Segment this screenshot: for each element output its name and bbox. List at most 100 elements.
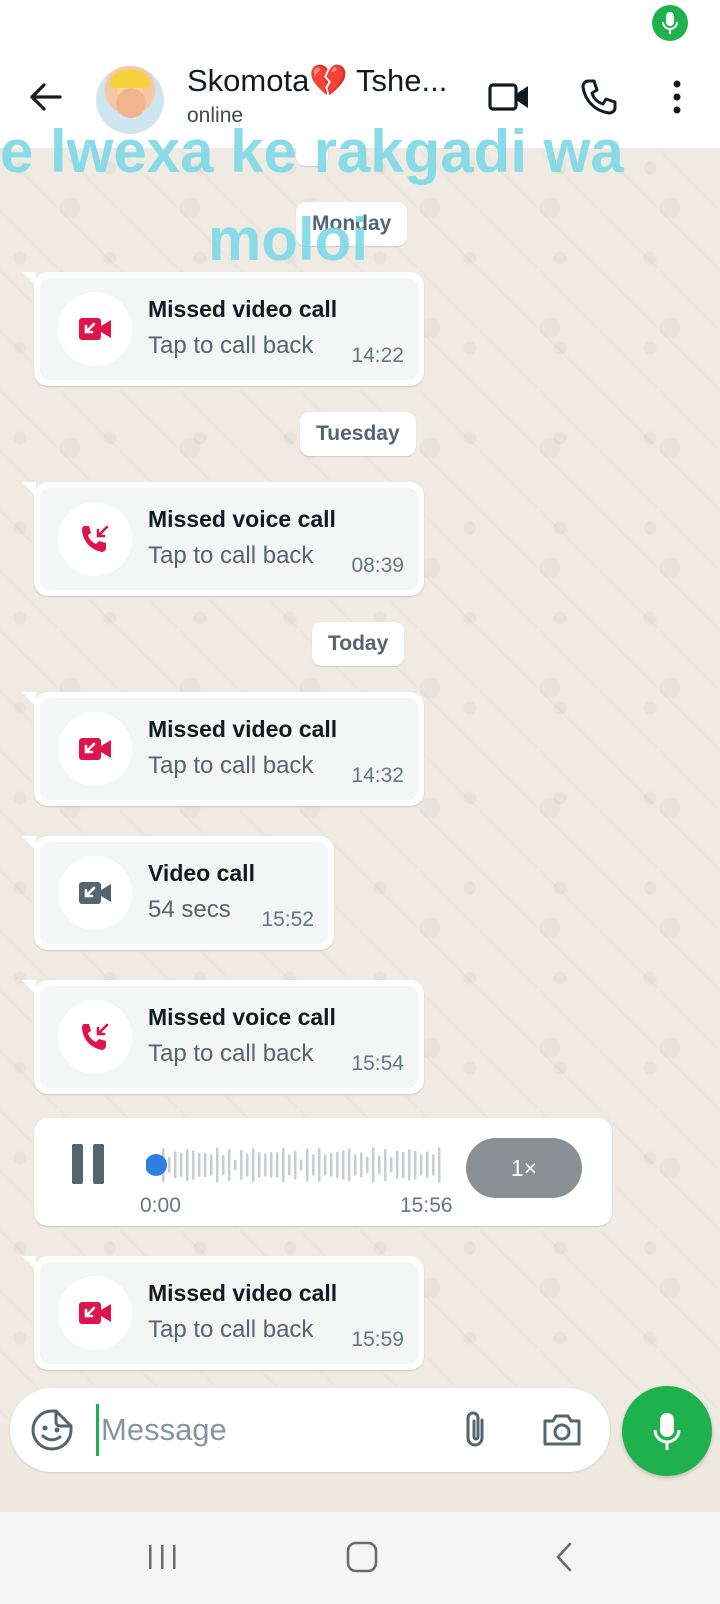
date-chip-tuesday: Tuesday [300, 412, 416, 456]
waveform-bar [384, 1148, 387, 1182]
call-message-bubble[interactable]: Missed video call Tap to call back 15:59 [22, 1256, 424, 1370]
call-title: Missed voice call [148, 506, 336, 532]
call-subtitle: Tap to call back [148, 752, 314, 779]
waveform-bar [324, 1154, 327, 1176]
waveform-bar [270, 1152, 273, 1178]
message-time: 08:39 [351, 554, 404, 577]
waveform-bar [354, 1154, 357, 1176]
message-time: 14:32 [351, 764, 404, 787]
missed-voice-call-icon [58, 502, 132, 576]
call-title: Video call [148, 860, 255, 886]
audio-elapsed: 0:00 [140, 1194, 181, 1217]
call-message-bubble[interactable]: Missed video call Tap to call back 14:22 [22, 272, 424, 386]
recent-apps-icon[interactable] [132, 1532, 192, 1582]
waveform-bar [282, 1147, 285, 1183]
contact-status: online [187, 104, 244, 127]
waveform-bar [342, 1150, 345, 1180]
voice-call-icon[interactable] [574, 72, 624, 122]
waveform-bar [198, 1152, 201, 1178]
audio-waveform[interactable] [146, 1140, 446, 1190]
video-call-icon [58, 856, 132, 930]
waveform-bar [336, 1151, 339, 1179]
back-arrow-icon[interactable] [22, 74, 68, 120]
call-title: Missed voice call [148, 1004, 336, 1030]
waveform-bar [402, 1151, 405, 1179]
playback-speed-button[interactable]: 1× [466, 1138, 582, 1198]
call-message-bubble[interactable]: Missed voice call Tap to call back 15:54 [22, 980, 424, 1094]
waveform-bar [174, 1151, 177, 1179]
waveform-bar [330, 1152, 333, 1178]
waveform-bar [246, 1153, 249, 1177]
waveform-bar [192, 1150, 195, 1180]
waveform-bar [186, 1148, 189, 1182]
call-title: Missed video call [148, 296, 338, 322]
waveform-bar [312, 1154, 315, 1176]
waveform-bar [168, 1156, 171, 1174]
waveform-bar [216, 1147, 219, 1183]
waveform-bar [318, 1148, 321, 1182]
waveform-bar [390, 1157, 393, 1173]
waveform-bar [348, 1148, 351, 1182]
waveform-bar [210, 1154, 213, 1176]
waveform-bar [372, 1147, 375, 1183]
call-subtitle: Tap to call back [148, 542, 314, 569]
waveform-bar [408, 1149, 411, 1181]
waveform-bar [432, 1154, 435, 1176]
back-nav-icon[interactable] [534, 1532, 594, 1582]
waveform-bar [294, 1150, 297, 1180]
waveform-bar [414, 1150, 417, 1180]
waveform-bar [366, 1156, 369, 1174]
waveform-bar [222, 1154, 225, 1176]
waveform-bar [300, 1159, 303, 1171]
missed-video-call-icon [58, 712, 132, 786]
camera-icon[interactable] [540, 1408, 584, 1452]
message-input[interactable] [96, 1404, 416, 1456]
waveform-bar [234, 1159, 237, 1171]
missed-video-call-icon [58, 292, 132, 366]
call-message-bubble[interactable]: Missed voice call Tap to call back 08:39 [22, 482, 424, 596]
waveform-bar [240, 1149, 243, 1181]
waveform-bar [276, 1152, 279, 1178]
message-time: 15:52 [261, 908, 314, 931]
avatar[interactable] [96, 66, 164, 134]
mic-icon [653, 1413, 681, 1450]
more-vert-icon[interactable] [654, 72, 700, 122]
call-message-bubble[interactable]: Missed video call Tap to call back 14:32 [22, 692, 424, 806]
waveform-bar [288, 1154, 291, 1176]
audio-seek-handle[interactable] [146, 1154, 167, 1176]
home-icon[interactable] [332, 1532, 392, 1582]
call-subtitle: Tap to call back [148, 1316, 314, 1343]
waveform-bar [228, 1148, 231, 1182]
record-voice-button[interactable] [622, 1386, 712, 1476]
date-chip-partial [296, 130, 328, 166]
message-time: 14:22 [351, 344, 404, 367]
attach-icon[interactable] [454, 1408, 498, 1452]
sticker-emoji-icon[interactable] [30, 1408, 74, 1452]
status-bar [0, 0, 720, 50]
call-title: Missed video call [148, 716, 338, 742]
waveform-bar [438, 1147, 441, 1183]
waveform-bar [360, 1152, 363, 1178]
voice-message-bubble[interactable]: 0:00 15:56 1× [34, 1118, 612, 1226]
date-chip-today: Today [312, 622, 405, 666]
missed-video-call-icon [58, 1276, 132, 1350]
waveform-bar [396, 1150, 399, 1180]
call-message-bubble[interactable]: Video call 54 secs 15:52 [22, 836, 334, 950]
call-subtitle: Tap to call back [148, 332, 314, 359]
composer-bar [10, 1388, 610, 1472]
waveform-bar [258, 1152, 261, 1178]
waveform-bar [378, 1155, 381, 1175]
waveform-bar [306, 1148, 309, 1182]
message-list[interactable]: Monday Missed video call Tap to call bac… [0, 130, 720, 1423]
waveform-bar [204, 1152, 207, 1178]
video-call-icon[interactable] [484, 72, 534, 122]
waveform-bar [264, 1153, 267, 1177]
waveform-bar [426, 1151, 429, 1179]
date-chip-monday: Monday [296, 202, 408, 246]
pause-icon[interactable] [72, 1144, 108, 1184]
call-subtitle: Tap to call back [148, 1040, 314, 1067]
missed-voice-call-icon [58, 1000, 132, 1074]
mic-in-use-icon [652, 5, 688, 41]
system-nav-bar [0, 1512, 720, 1604]
contact-name[interactable]: Skomota💔 Tshe... [187, 62, 447, 99]
